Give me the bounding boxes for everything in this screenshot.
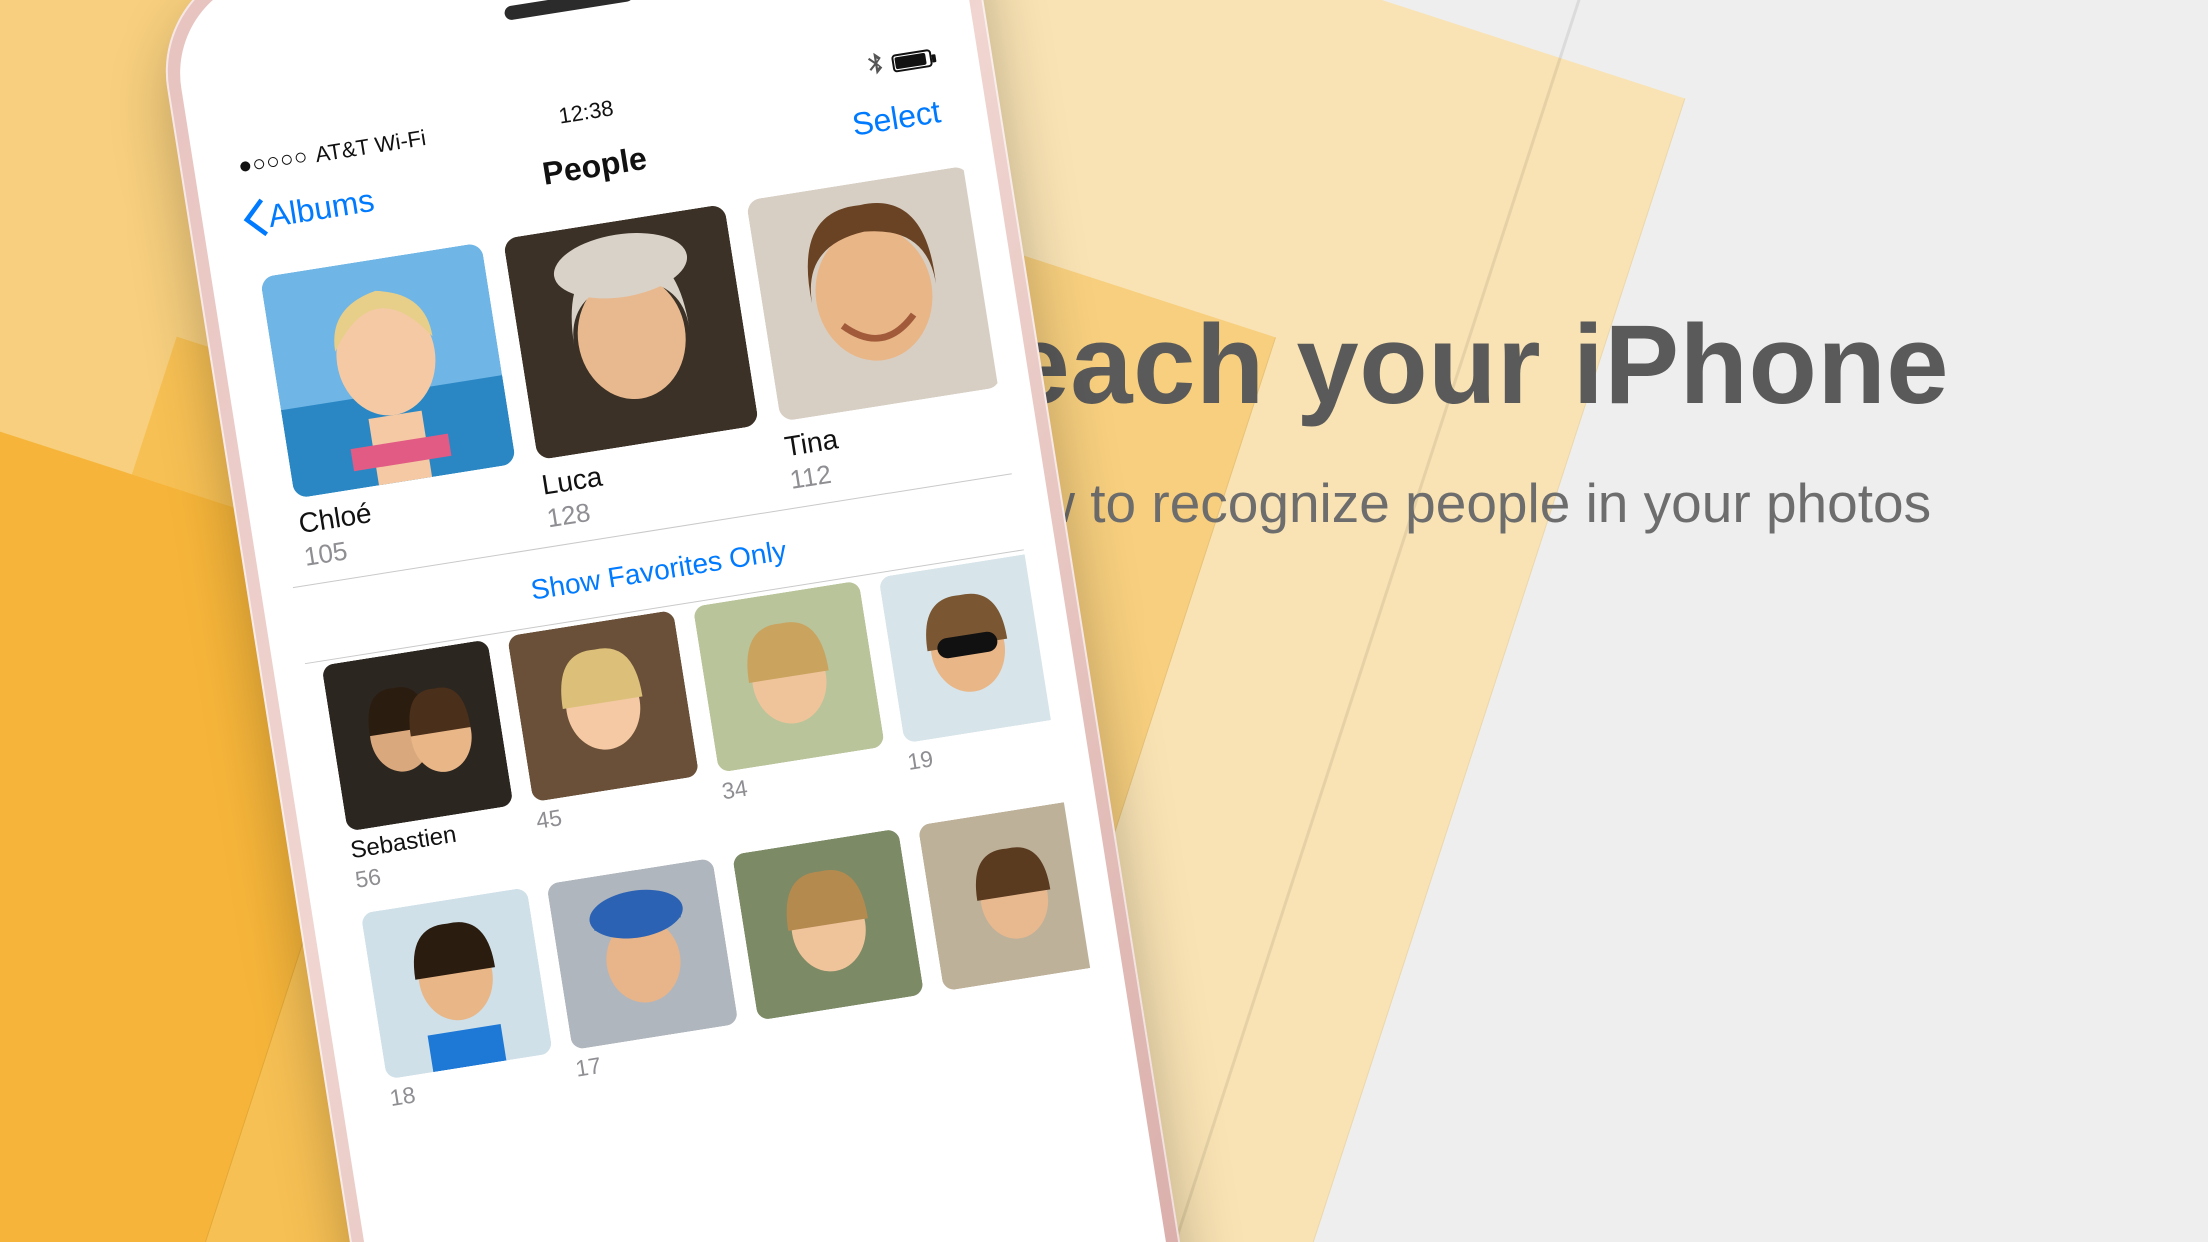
favorite-person-tile[interactable]: Chloé 105 xyxy=(260,242,528,572)
person-thumbnail xyxy=(361,887,553,1079)
signal-dots-icon xyxy=(240,152,307,172)
person-tile[interactable]: 34 xyxy=(693,581,895,835)
person-thumbnail xyxy=(918,799,1110,991)
person-tile[interactable]: 18 xyxy=(361,887,558,1112)
battery-icon xyxy=(891,49,933,73)
person-thumbnail xyxy=(503,204,759,460)
person-tile[interactable]: Sebastien 56 xyxy=(321,639,523,893)
person-tile[interactable]: 45 xyxy=(507,610,709,864)
person-tile[interactable]: 17 xyxy=(546,858,743,1083)
select-button[interactable]: Select xyxy=(850,93,944,143)
status-time: 12:38 xyxy=(557,95,615,129)
favorite-person-tile[interactable]: Tina 112 xyxy=(746,165,1014,495)
device-screen: AT&T Wi-Fi 12:38 Albums xyxy=(223,36,1137,1242)
person-thumbnail xyxy=(746,165,1002,421)
person-thumbnail xyxy=(260,242,516,498)
person-thumbnail xyxy=(878,551,1070,743)
favorite-person-tile[interactable]: Luca 128 xyxy=(503,204,771,534)
wifi-icon xyxy=(432,124,436,150)
person-tile[interactable] xyxy=(918,799,1115,1024)
person-tile[interactable] xyxy=(732,828,929,1053)
bluetooth-icon xyxy=(866,52,884,82)
device-speaker xyxy=(504,0,635,21)
person-tile[interactable]: 19 xyxy=(878,551,1080,805)
person-thumbnail xyxy=(693,581,885,773)
person-thumbnail xyxy=(507,610,699,802)
person-thumbnail xyxy=(321,639,513,831)
person-thumbnail xyxy=(546,858,738,1050)
person-thumbnail xyxy=(732,828,924,1020)
